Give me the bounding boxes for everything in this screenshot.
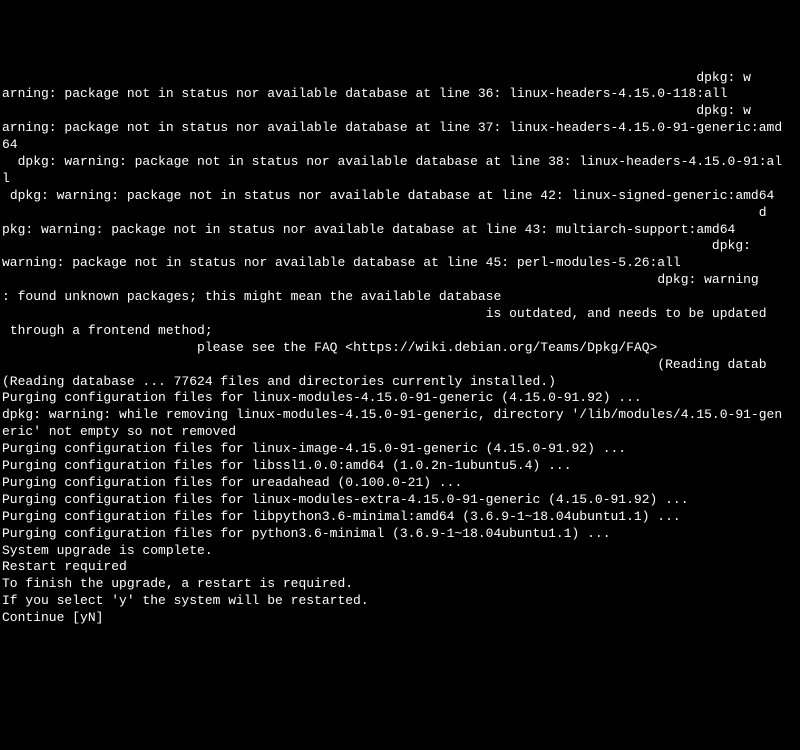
terminal-line: is outdated, and needs to be updated <box>2 306 798 323</box>
terminal-line: Purging configuration files for python3.… <box>2 526 798 543</box>
terminal-line: warning: package not in status nor avail… <box>2 255 798 272</box>
terminal-line: (Reading datab <box>2 357 798 374</box>
terminal-line: System upgrade is complete. <box>2 543 798 560</box>
terminal-line: through a frontend method; <box>2 323 798 340</box>
terminal-line: Restart required <box>2 559 798 576</box>
terminal-line: To finish the upgrade, a restart is requ… <box>2 576 798 593</box>
terminal-line: dpkg: w <box>2 103 798 120</box>
terminal-line: pkg: warning: package not in status nor … <box>2 222 798 239</box>
terminal-line: Purging configuration files for libpytho… <box>2 509 798 526</box>
terminal-line: arning: package not in status nor availa… <box>2 86 798 103</box>
terminal-line: (Reading database ... 77624 files and di… <box>2 374 798 391</box>
terminal-line: l <box>2 171 798 188</box>
terminal-line: dpkg: warning: package not in status nor… <box>2 154 798 171</box>
terminal-line: Purging configuration files for linux-mo… <box>2 390 798 407</box>
terminal-line: dpkg: warning: while removing linux-modu… <box>2 407 798 424</box>
terminal-line: dpkg: <box>2 238 798 255</box>
terminal-line: dpkg: warning <box>2 272 798 289</box>
terminal-line: Purging configuration files for linux-mo… <box>2 492 798 509</box>
terminal-line: Purging configuration files for ureadahe… <box>2 475 798 492</box>
terminal-line: arning: package not in status nor availa… <box>2 120 798 137</box>
prompt-line[interactable]: Continue [yN] <box>2 610 798 627</box>
terminal-output[interactable]: dpkg: warning: package not in status nor… <box>2 70 798 666</box>
terminal-line: Purging configuration files for libssl1.… <box>2 458 798 475</box>
terminal-line: : found unknown packages; this might mea… <box>2 289 798 306</box>
terminal-line: Purging configuration files for linux-im… <box>2 441 798 458</box>
terminal-line: dpkg: w <box>2 70 798 87</box>
terminal-line: dpkg: warning: package not in status nor… <box>2 188 798 205</box>
terminal-line: If you select 'y' the system will be res… <box>2 593 798 610</box>
terminal-line: 64 <box>2 137 798 154</box>
terminal-line: please see the FAQ <https://wiki.debian.… <box>2 340 798 357</box>
terminal-line: eric' not empty so not removed <box>2 424 798 441</box>
terminal-line: d <box>2 205 798 222</box>
